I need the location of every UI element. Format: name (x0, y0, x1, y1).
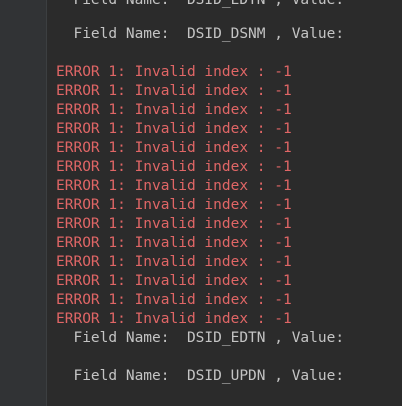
console-line-field-name: Field Name: DSID_EDTN , Value: (56, 330, 345, 346)
console-line-field-name: Field Name: DSID_UPDN , Value: (56, 368, 345, 384)
console-line-error: ERROR 1: Invalid index : -1 (56, 197, 292, 213)
console-line-error: ERROR 1: Invalid index : -1 (56, 102, 292, 118)
console-line-field-name: Field Name: DSID_DSNM , Value: (56, 26, 345, 42)
console-line-error: ERROR 1: Invalid index : -1 (56, 273, 292, 289)
console-line-error: ERROR 1: Invalid index : -1 (56, 159, 292, 175)
console-gutter (0, 0, 46, 406)
console-line-error: ERROR 1: Invalid index : -1 (56, 140, 292, 156)
console-line-error: ERROR 1: Invalid index : -1 (56, 254, 292, 270)
console-line-error: ERROR 1: Invalid index : -1 (56, 64, 292, 80)
console-line-error: ERROR 1: Invalid index : -1 (56, 216, 292, 232)
console-line-error: ERROR 1: Invalid index : -1 (56, 235, 292, 251)
console-line-error: ERROR 1: Invalid index : -1 (56, 83, 292, 99)
console-line-error: ERROR 1: Invalid index : -1 (56, 292, 292, 308)
console-line-error: ERROR 1: Invalid index : -1 (56, 178, 292, 194)
console-output-panel[interactable]: Field Name: DSID_EDTN , Value: Field Nam… (0, 0, 402, 406)
console-line-error: ERROR 1: Invalid index : -1 (56, 121, 292, 137)
gutter-divider (46, 0, 47, 406)
console-line-error: ERROR 1: Invalid index : -1 (56, 311, 292, 327)
console-line-field-name: Field Name: DSID_EDTN , Value: (56, 0, 345, 8)
